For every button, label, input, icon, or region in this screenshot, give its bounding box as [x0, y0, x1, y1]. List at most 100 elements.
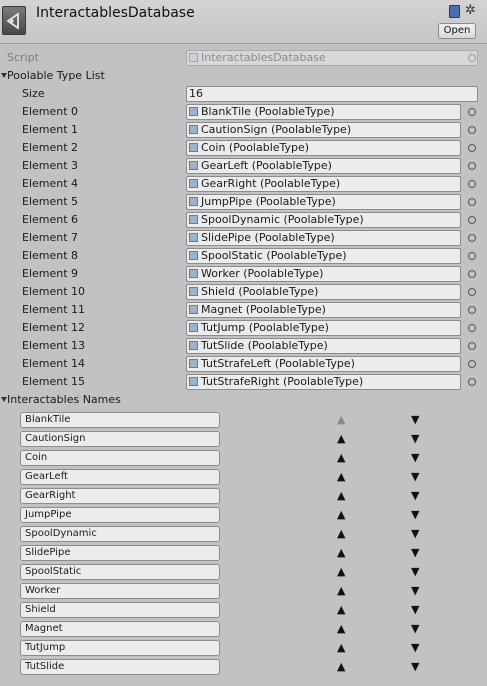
object-picker-icon[interactable]	[468, 252, 476, 260]
poolable-type-list-foldout[interactable]: Poolable Type List	[0, 67, 487, 85]
element-object-field[interactable]: TutStrafeRight (PoolableType)	[186, 374, 461, 390]
element-label: Element 11	[22, 303, 86, 316]
object-picker-icon[interactable]	[468, 324, 476, 332]
element-object-field[interactable]: BlankTile (PoolableType)	[186, 104, 461, 120]
move-down-icon[interactable]: ▼	[411, 601, 419, 619]
element-row: Element 6 SpoolDynamic (PoolableType)	[0, 211, 487, 229]
move-down-icon[interactable]: ▼	[411, 468, 419, 486]
object-picker-icon[interactable]	[468, 180, 476, 188]
move-down-icon[interactable]: ▼	[411, 582, 419, 600]
name-row: Worker ▲ ▼	[0, 582, 487, 600]
object-picker-icon[interactable]	[468, 234, 476, 242]
help-book-icon[interactable]	[449, 5, 460, 18]
element-label: Element 6	[22, 213, 79, 226]
name-input[interactable]: SpoolDynamic	[20, 526, 220, 542]
element-row: Element 7 SlidePipe (PoolableType)	[0, 229, 487, 247]
name-row: SpoolStatic ▲ ▼	[0, 563, 487, 581]
object-picker-icon[interactable]	[468, 126, 476, 134]
object-picker-icon[interactable]	[468, 270, 476, 278]
name-input[interactable]: GearLeft	[20, 469, 220, 485]
move-up-icon[interactable]: ▲	[337, 468, 345, 486]
object-picker-icon[interactable]	[468, 306, 476, 314]
object-picker-icon[interactable]	[468, 360, 476, 368]
object-picker-icon[interactable]	[468, 162, 476, 170]
object-picker-icon[interactable]	[468, 216, 476, 224]
move-up-icon[interactable]: ▲	[337, 620, 345, 638]
move-up-icon[interactable]: ▲	[337, 525, 345, 543]
object-picker-icon[interactable]	[468, 378, 476, 386]
element-row: Element 4 GearRight (PoolableType)	[0, 175, 487, 193]
element-object-field[interactable]: Magnet (PoolableType)	[186, 302, 461, 318]
name-input[interactable]: Worker	[20, 583, 220, 599]
element-label: Element 5	[22, 195, 79, 208]
gear-icon[interactable]: ✲	[465, 3, 476, 18]
move-up-icon[interactable]: ▲	[337, 658, 345, 676]
element-object-field[interactable]: CautionSign (PoolableType)	[186, 122, 461, 138]
move-down-icon[interactable]: ▼	[411, 544, 419, 562]
element-object-field[interactable]: TutSlide (PoolableType)	[186, 338, 461, 354]
scriptable-object-icon	[189, 359, 198, 368]
move-down-icon[interactable]: ▼	[411, 525, 419, 543]
object-picker-icon[interactable]	[468, 144, 476, 152]
move-up-icon[interactable]: ▲	[337, 430, 345, 448]
element-object-field[interactable]: GearRight (PoolableType)	[186, 176, 461, 192]
element-label: Element 2	[22, 141, 79, 154]
element-value: TutStrafeRight (PoolableType)	[201, 375, 364, 388]
name-input[interactable]: CautionSign	[20, 431, 220, 447]
object-picker-icon[interactable]	[468, 342, 476, 350]
element-object-field[interactable]: SpoolDynamic (PoolableType)	[186, 212, 461, 228]
element-object-field[interactable]: TutStrafeLeft (PoolableType)	[186, 356, 461, 372]
element-object-field[interactable]: SlidePipe (PoolableType)	[186, 230, 461, 246]
move-down-icon[interactable]: ▼	[411, 411, 419, 429]
name-input[interactable]: JumpPipe	[20, 507, 220, 523]
scriptable-object-icon	[189, 143, 198, 152]
move-up-icon[interactable]: ▲	[337, 582, 345, 600]
element-row: Element 15 TutStrafeRight (PoolableType)	[0, 373, 487, 391]
scriptable-object-icon	[189, 107, 198, 116]
name-input[interactable]: Shield	[20, 602, 220, 618]
element-object-field[interactable]: GearLeft (PoolableType)	[186, 158, 461, 174]
move-down-icon[interactable]: ▼	[411, 620, 419, 638]
element-label: Element 12	[22, 321, 86, 334]
size-input[interactable]: 16	[186, 86, 478, 102]
move-up-icon[interactable]: ▲	[337, 544, 345, 562]
element-object-field[interactable]: Coin (PoolableType)	[186, 140, 461, 156]
move-down-icon[interactable]: ▼	[411, 658, 419, 676]
script-picker-icon	[468, 54, 476, 62]
object-picker-icon[interactable]	[468, 288, 476, 296]
name-input[interactable]: TutSlide	[20, 659, 220, 675]
size-row: Size 16	[0, 85, 487, 103]
element-label: Element 15	[22, 375, 86, 388]
element-row: Element 0 BlankTile (PoolableType)	[0, 103, 487, 121]
name-input[interactable]: GearRight	[20, 488, 220, 504]
move-up-icon[interactable]: ▲	[337, 506, 345, 524]
element-object-field[interactable]: SpoolStatic (PoolableType)	[186, 248, 461, 264]
element-object-field[interactable]: Shield (PoolableType)	[186, 284, 461, 300]
object-picker-icon[interactable]	[468, 198, 476, 206]
name-input[interactable]: Coin	[20, 450, 220, 466]
move-down-icon[interactable]: ▼	[411, 506, 419, 524]
element-object-field[interactable]: TutJump (PoolableType)	[186, 320, 461, 336]
inspector-title: InteractablesDatabase	[36, 5, 195, 21]
move-up-icon[interactable]: ▲	[337, 411, 345, 429]
name-input[interactable]: TutJump	[20, 640, 220, 656]
element-object-field[interactable]: Worker (PoolableType)	[186, 266, 461, 282]
move-down-icon[interactable]: ▼	[411, 430, 419, 448]
name-input[interactable]: BlankTile	[20, 412, 220, 428]
move-up-icon[interactable]: ▲	[337, 601, 345, 619]
move-up-icon[interactable]: ▲	[337, 563, 345, 581]
element-object-field[interactable]: JumpPipe (PoolableType)	[186, 194, 461, 210]
move-up-icon[interactable]: ▲	[337, 487, 345, 505]
move-down-icon[interactable]: ▼	[411, 449, 419, 467]
object-picker-icon[interactable]	[468, 108, 476, 116]
name-input[interactable]: Magnet	[20, 621, 220, 637]
move-down-icon[interactable]: ▼	[411, 639, 419, 657]
move-up-icon[interactable]: ▲	[337, 449, 345, 467]
move-down-icon[interactable]: ▼	[411, 563, 419, 581]
open-button[interactable]: Open	[438, 23, 476, 39]
name-input[interactable]: SlidePipe	[20, 545, 220, 561]
interactables-names-foldout[interactable]: Interactables Names	[0, 391, 487, 409]
move-down-icon[interactable]: ▼	[411, 487, 419, 505]
name-input[interactable]: SpoolStatic	[20, 564, 220, 580]
move-up-icon[interactable]: ▲	[337, 639, 345, 657]
